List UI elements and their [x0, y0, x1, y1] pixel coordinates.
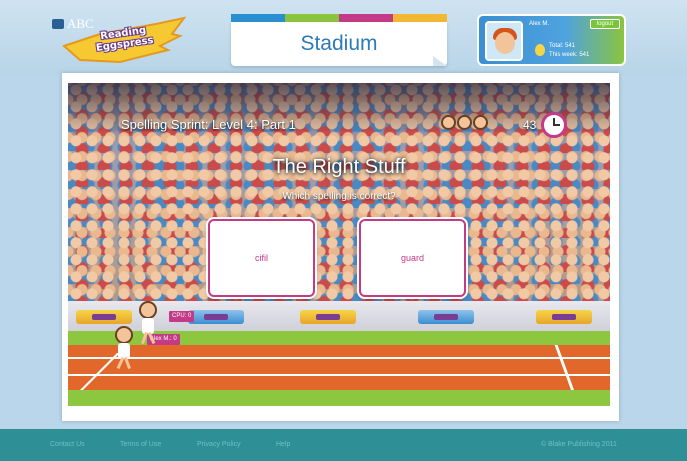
egg-icon: [535, 44, 545, 56]
life-icon: [441, 115, 456, 130]
footer-link-contact[interactable]: Contact Us: [50, 441, 85, 448]
copyright-text: © Blake Publishing 2011: [541, 441, 617, 448]
level-title: Spelling Sprint: Level 4: Part 1: [121, 117, 296, 132]
answer-option-2-label: guard: [400, 253, 425, 263]
grass-strip: [68, 390, 610, 406]
section-title-card: Stadium: [231, 22, 447, 66]
lane-line: [68, 357, 610, 359]
timer-value: 43: [523, 118, 537, 132]
footer-link-help[interactable]: Help: [276, 441, 290, 448]
logout-button[interactable]: logout: [590, 19, 620, 29]
runner-leg: [124, 356, 131, 370]
weekly-eggs: This week: 541: [549, 52, 590, 58]
banner-logo-icon: [300, 310, 356, 324]
footer-link-terms[interactable]: Terms of Use: [120, 441, 161, 448]
question-prompt: Which spelling is correct?: [282, 191, 396, 202]
footer-link-privacy[interactable]: Privacy Policy: [197, 441, 241, 448]
player-runner: [112, 326, 136, 370]
total-eggs: Total: 541: [549, 43, 576, 49]
game-area: Spelling Sprint: Level 4: Part 1 43 The …: [68, 83, 610, 406]
lives-indicator: [441, 115, 488, 130]
avatar-face: [495, 32, 515, 54]
tab-color-3[interactable]: [339, 14, 393, 22]
banner-logo-icon: [418, 310, 474, 324]
footer-bar: Contact Us Terms of Use Privacy Policy H…: [0, 429, 687, 461]
user-stats: Total: 541 This week: 541: [549, 42, 589, 60]
lane-line: [68, 374, 610, 376]
tab-color-4[interactable]: [393, 14, 447, 22]
user-profile-card: Alex M. logout Total: 541 This week: 541: [477, 14, 626, 66]
tab-color-1[interactable]: [231, 14, 285, 22]
cpu-score-tag: CPU: 0: [169, 311, 195, 322]
answer-option-1-label: cifil: [255, 253, 268, 263]
life-icon: [473, 115, 488, 130]
cpu-runner: [136, 301, 160, 345]
banner-logo-icon: [188, 310, 244, 324]
runner-head: [139, 301, 157, 319]
user-name: Alex M.: [529, 21, 550, 27]
banner-logo-icon: [76, 310, 132, 324]
page-fold: [433, 56, 447, 66]
runner-leg: [116, 356, 125, 370]
tab-color-2[interactable]: [285, 14, 339, 22]
answer-option-1[interactable]: cifil: [208, 219, 315, 297]
page-title: Stadium: [300, 32, 378, 55]
banner-logo-icon: [536, 310, 592, 324]
answer-option-2[interactable]: guard: [359, 219, 466, 297]
runner-leg: [147, 331, 156, 345]
section-tab-strip: [231, 14, 447, 22]
clock-icon: [541, 112, 567, 138]
avatar[interactable]: [485, 21, 523, 61]
life-icon: [457, 115, 472, 130]
running-track: [68, 345, 610, 390]
question-title: The Right Stuff: [272, 156, 406, 178]
runner-head: [115, 326, 133, 344]
